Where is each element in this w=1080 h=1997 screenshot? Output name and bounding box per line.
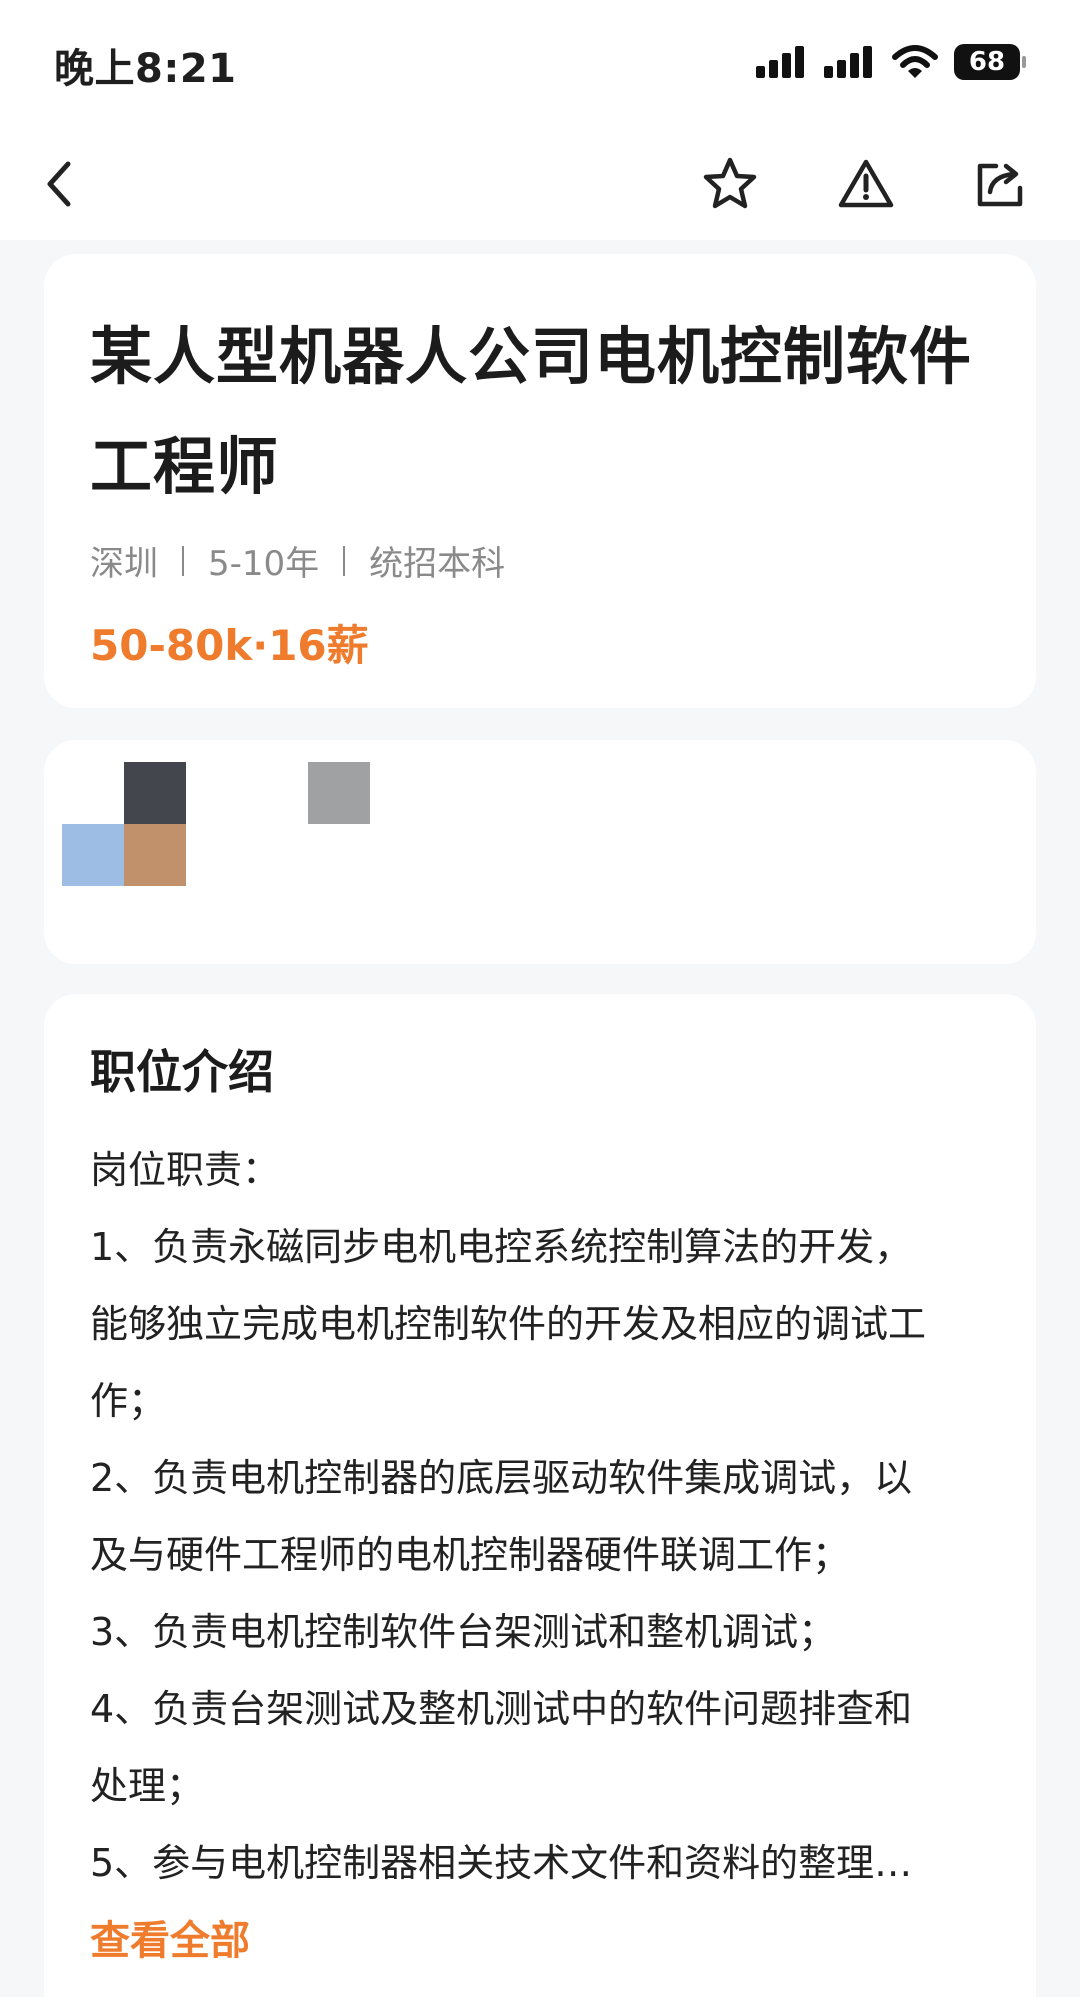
status-time: 晚上8:21 [54,46,237,92]
back-button[interactable] [28,152,92,216]
description-line: 3、负责电机控制软件台架测试和整机调试； [90,1610,837,1654]
description-line: 1、负责永磁同步电机电控系统控制算法的开发， [90,1225,913,1269]
cellular-signal-icon [756,46,804,78]
share-icon [977,163,1023,207]
section-title: 职位介绍 [90,1045,274,1099]
job-description-card: 职位介绍 岗位职责： 1、负责永磁同步电机电控系统控制算法的开发， 能够独立完成… [44,994,1036,1997]
redacted-logo-block [124,824,186,886]
description-body: 岗位职责： 1、负责永磁同步电机电控系统控制算法的开发， 能够独立完成电机控制软… [90,1132,1010,1902]
description-line: 作； [90,1379,167,1423]
description-line: 及与硬件工程师的电机控制器硬件联调工作； [90,1533,851,1577]
job-experience: 5-10年 [208,544,320,584]
job-location: 深圳 [90,544,158,584]
company-card[interactable] [44,740,1036,964]
share-button[interactable] [968,152,1032,216]
job-meta: 深圳 5-10年 统招本科 [90,536,505,585]
redacted-logo-block [124,762,186,824]
job-salary: 50-80k·16薪 [90,621,369,670]
meta-divider [182,545,184,576]
battery-level: 68 [968,47,1006,77]
star-icon [703,157,757,209]
description-line: 岗位职责： [90,1148,281,1192]
description-line: 5、参与电机控制器相关技术文件和资料的整理… [90,1841,913,1885]
status-icons: 68 [756,44,1026,80]
favorite-button[interactable] [698,152,762,216]
view-all-link[interactable]: 查看全部 [90,1908,250,1966]
redacted-logo-block [62,824,124,886]
wifi-icon [892,45,938,78]
warning-triangle-icon [838,159,894,208]
description-line: 能够独立完成电机控制软件的开发及相应的调试工 [90,1302,927,1346]
nav-bar [0,128,1080,240]
description-line: 2、负责电机控制器的底层驱动软件集成调试，以 [90,1456,913,1500]
job-education: 统招本科 [369,544,506,584]
job-title: 某人型机器人公司电机控制软件工程师 [90,320,973,503]
chevron-left-icon [47,161,71,207]
meta-divider [343,545,346,576]
battery-indicator: 68 [954,44,1026,80]
report-button[interactable] [834,152,898,216]
job-summary-card: 某人型机器人公司电机控制软件工程师 深圳 5-10年 统招本科 50-80k·1… [44,254,1036,708]
redacted-text-block [308,762,370,824]
status-bar: 晚上8:21 68 [0,0,1080,128]
description-line: 4、负责台架测试及整机测试中的软件问题排查和 [90,1687,913,1731]
description-line: 处理； [90,1764,205,1808]
cellular-signal-2-icon [824,46,872,78]
